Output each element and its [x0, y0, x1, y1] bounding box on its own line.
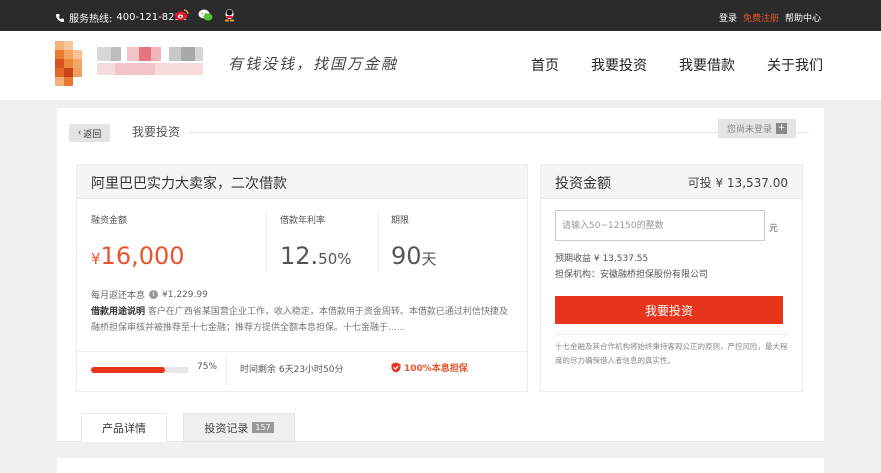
loan-description: 借款用途说明 客户在广西省某国营企业工作，收入稳定，本借款用于资金周转。本借款已… — [91, 304, 515, 336]
term-stat: 期限 90天 — [391, 213, 437, 270]
guarantor: 担保机构：安徽融桥担保股份有限公司 — [555, 270, 709, 280]
divider — [555, 334, 789, 335]
hotline-label: 服务热线: — [69, 14, 113, 25]
shield-check-icon — [391, 362, 401, 373]
divider — [189, 132, 809, 133]
desc-label: 借款用途说明 — [91, 307, 146, 317]
login-status-button[interactable]: 您尚未登录 + — [718, 119, 796, 138]
invest-amount-input[interactable] — [555, 210, 765, 241]
time-remaining: 时间剩余 6天23小时50分 — [240, 365, 344, 375]
guarantee-badge: 100%本息担保 — [391, 361, 468, 374]
page-title: 我要投资 — [132, 125, 181, 139]
tab-product-detail[interactable]: 产品详情 — [81, 413, 167, 442]
invest-header: 投资金额 可投 ¥ 13,537.00 — [541, 165, 802, 199]
monthly-value: ¥1,229.99 — [162, 289, 208, 300]
monthly-repayment: 每月返还本息 i ¥1,229.99 — [91, 288, 208, 302]
monthly-label: 每月返还本息 — [91, 291, 146, 301]
divider — [266, 211, 267, 273]
info-icon[interactable]: i — [149, 290, 159, 299]
invest-button[interactable]: 我要投资 — [555, 296, 783, 324]
rate-label: 借款年利率 — [280, 216, 326, 226]
available-amount: 可投 ¥ 13,537.00 — [687, 176, 788, 190]
social-icons — [174, 8, 237, 22]
tab-label: 产品详情 — [102, 421, 146, 435]
chevron-left-icon: ‹ — [77, 128, 82, 138]
site-header: 有钱没钱，找国万金融 首页 我要投资 我要借款 关于我们 — [0, 31, 881, 100]
top-links: 登录 免费注册 帮助中心 — [719, 11, 821, 24]
nav-item-borrow[interactable]: 我要借款 — [679, 55, 735, 75]
qq-icon[interactable] — [222, 8, 237, 22]
tab-invest-records[interactable]: 投资记录 157 — [183, 413, 295, 442]
divider — [378, 211, 379, 273]
term-unit: 天 — [421, 250, 437, 268]
back-button[interactable]: ‹ 返回 — [69, 124, 110, 142]
risk-note: 十七金融及其合作机构将始终秉持客观公正的原则，严控风险，最大程度的尽力确保借入者… — [555, 342, 788, 365]
login-status-label: 您尚未登录 — [726, 125, 772, 135]
rate-stat: 借款年利率 12.50% — [280, 213, 352, 270]
detail-content-area — [57, 458, 824, 473]
nav-item-about[interactable]: 关于我们 — [767, 55, 823, 75]
phone-icon — [56, 13, 64, 22]
term-value: 90 — [391, 242, 422, 270]
amount-currency: ¥ — [91, 250, 101, 268]
hotline: 服务热线: 400-121-8232 — [55, 10, 187, 25]
amount-value: 16,000 — [100, 242, 185, 270]
amount-stat: 融资金额 ¥16,000 — [91, 213, 185, 270]
login-link[interactable]: 登录 — [719, 11, 737, 24]
logo[interactable] — [55, 39, 205, 91]
back-label: 返回 — [83, 129, 102, 140]
amount-label: 融资金额 — [91, 216, 128, 226]
top-bar: 服务热线: 400-121-8232 登录 免费注册 帮助中心 — [0, 0, 881, 31]
wechat-icon[interactable] — [198, 8, 213, 22]
progress-percent: 75% — [197, 362, 218, 372]
desc-text: 客户在广西省某国营企业工作，收入稳定，本借款用于资金周转。本借款已通过利信快捷及… — [91, 307, 508, 333]
help-center-link[interactable]: 帮助中心 — [785, 11, 821, 24]
guarantee-label: 100%本息担保 — [404, 364, 468, 374]
records-count-badge: 157 — [252, 422, 274, 433]
weibo-icon[interactable] — [174, 8, 189, 22]
divider — [226, 355, 227, 387]
term-label: 期限 — [391, 216, 410, 226]
invest-panel: 投资金额 可投 ¥ 13,537.00 元 预期收益 ¥ 13,537.55 担… — [540, 164, 803, 392]
product-title: 阿里巴巴实力大卖家，二次借款 — [77, 165, 527, 199]
invest-title: 投资金额 — [555, 176, 611, 192]
progress-bar — [91, 367, 189, 373]
slogan: 有钱没钱，找国万金融 — [228, 55, 399, 73]
progress-fill — [91, 367, 165, 373]
tabs-divider — [57, 441, 824, 442]
register-link[interactable]: 免费注册 — [743, 11, 779, 24]
nav-item-invest[interactable]: 我要投资 — [591, 55, 647, 75]
rate-frac: 50% — [318, 250, 352, 268]
expected-return: 预期收益 ¥ 13,537.55 — [555, 254, 649, 264]
divider — [77, 351, 527, 352]
product-panel: 阿里巴巴实力大卖家，二次借款 融资金额 ¥16,000 借款年利率 12.50%… — [76, 164, 528, 392]
nav-item-home[interactable]: 首页 — [531, 55, 559, 75]
main-nav: 首页 我要投资 我要借款 关于我们 — [531, 55, 823, 75]
main-content: ‹ 返回 我要投资 您尚未登录 + 阿里巴巴实力大卖家，二次借款 融资金额 ¥1… — [57, 108, 824, 442]
unit-label: 元 — [769, 224, 779, 234]
rate-int: 12. — [280, 242, 319, 270]
plus-icon: + — [776, 123, 787, 134]
tab-label: 投资记录 — [204, 421, 249, 435]
